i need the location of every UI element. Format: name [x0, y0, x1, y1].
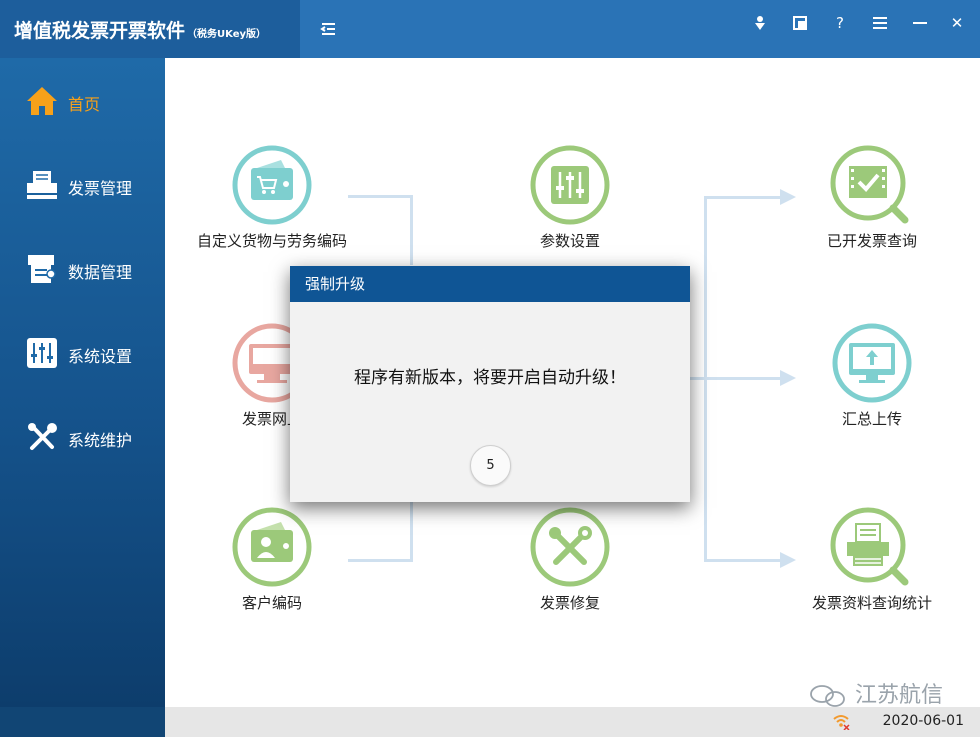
feature-summary-upload[interactable]: 汇总上传 [772, 322, 972, 430]
search-check-icon [830, 145, 909, 224]
feature-customer-coding[interactable]: 客户编码 [172, 506, 372, 614]
feature-label: 发票修复 [539, 594, 600, 612]
tools-icon [530, 507, 610, 587]
connector [704, 559, 782, 562]
app-title: 增值税发票开票软件 （税务UKey版） [14, 16, 266, 43]
wechat-logo-icon [810, 685, 845, 707]
sidebar-item-system-maintenance[interactable]: 系统维护 [0, 408, 165, 464]
feature-invoice-stats[interactable]: 发票资料查询统计 [772, 506, 972, 614]
force-upgrade-dialog: 强制升级 程序有新版本，将要开启自动升级！ 5 [290, 266, 690, 502]
feature-label: 自定义货物与劳务编码 [196, 232, 347, 250]
monitor-upload-icon [832, 323, 912, 403]
feature-label: 参数设置 [539, 232, 600, 250]
countdown-button[interactable]: 5 [470, 445, 511, 486]
feature-params[interactable]: 参数设置 [470, 144, 670, 252]
watermark-text: 江苏航信 [855, 683, 944, 708]
sidebar-item-home[interactable]: 首页 [0, 72, 165, 128]
feature-label: 汇总上传 [841, 410, 902, 428]
feature-label: 已开发票查询 [826, 232, 917, 250]
connector [704, 196, 782, 199]
minimize-icon[interactable] [909, 12, 931, 34]
connector [410, 195, 413, 265]
sidebar-item-label: 发票管理 [68, 179, 133, 198]
sidebar-item-label: 系统维护 [68, 431, 133, 450]
feature-label: 客户编码 [241, 594, 302, 612]
app-subtitle: （税务UKey版） [187, 29, 267, 40]
wallet-cart-icon [232, 145, 312, 225]
sidebar-item-label: 系统设置 [68, 347, 133, 366]
sidebar-item-data-management[interactable]: 数据管理 [0, 240, 165, 296]
feature-invoice-repair[interactable]: 发票修复 [470, 506, 670, 614]
connector [410, 502, 413, 562]
sidebar-item-invoice-management[interactable]: 发票管理 [0, 156, 165, 212]
sliders-icon [530, 145, 610, 225]
sidebar-collapse-icon[interactable] [318, 18, 340, 40]
sidebar-item-label: 数据管理 [68, 263, 133, 282]
printer-icon [27, 171, 57, 199]
wifi-icon[interactable] [832, 712, 850, 730]
wallet-person-icon [232, 507, 312, 587]
feature-issued-invoice-query[interactable]: 已开发票查询 [772, 144, 972, 252]
sidebar: 首页 发票管理 数据管理 系统设置 系统维护 [0, 58, 165, 707]
connector [690, 377, 782, 380]
dialog-message: 程序有新版本，将要开启自动升级！ [354, 368, 626, 388]
sliders-icon [27, 338, 57, 368]
feature-goods-coding[interactable]: 自定义货物与劳务编码 [172, 144, 372, 252]
sidebar-item-label: 首页 [68, 95, 101, 114]
watermark: 江苏航信 [808, 677, 943, 709]
close-icon[interactable]: ✕ [946, 12, 968, 34]
menu-icon[interactable] [869, 12, 891, 34]
title-area: 增值税发票开票软件 （税务UKey版） [0, 0, 300, 58]
status-bar-left [0, 707, 165, 737]
status-date: 2020-06-01 [882, 713, 964, 729]
window-icon[interactable] [789, 12, 811, 34]
tools-icon [28, 423, 57, 450]
feature-label: 发票资料查询统计 [811, 594, 932, 612]
help-icon[interactable]: ? [829, 12, 851, 34]
person-icon[interactable] [749, 12, 771, 34]
home-icon [27, 87, 57, 115]
dialog-title: 强制升级 [290, 266, 690, 302]
app-title-text: 增值税发票开票软件 [14, 20, 186, 42]
title-bar: 增值税发票开票软件 （税务UKey版） ? ✕ [0, 0, 980, 58]
sidebar-item-system-settings[interactable]: 系统设置 [0, 324, 165, 380]
data-icon [28, 255, 56, 283]
search-printer-icon [830, 507, 909, 586]
